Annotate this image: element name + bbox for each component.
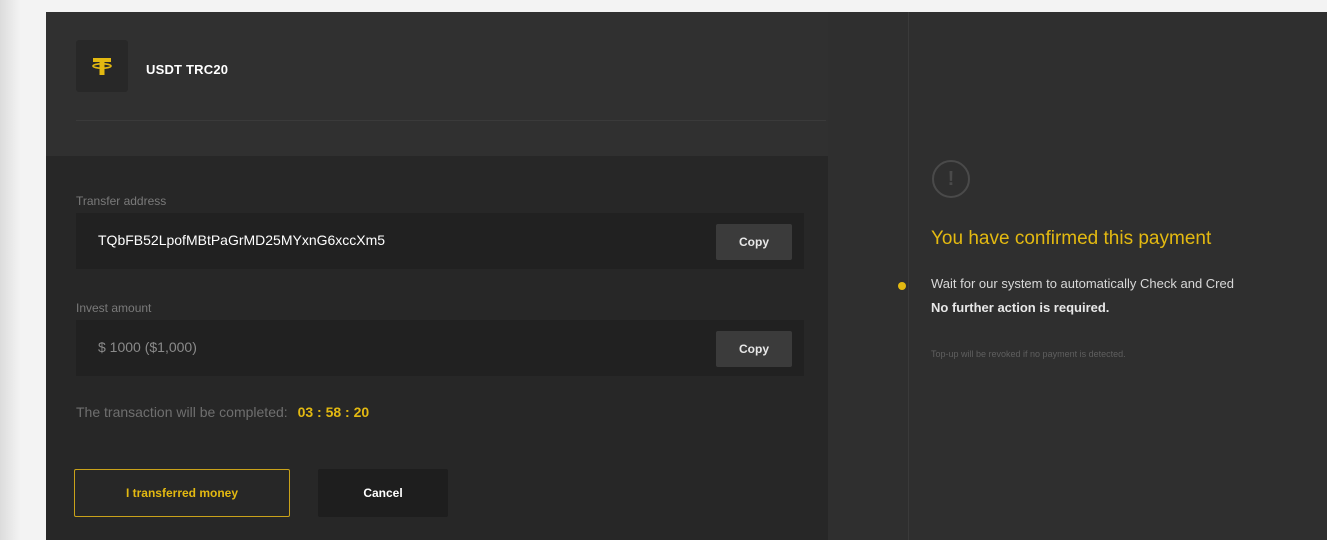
copy-address-button[interactable]: Copy (716, 224, 792, 260)
coin-logo (76, 40, 128, 92)
bullet-dot-icon (898, 282, 906, 290)
transfer-address-label: Transfer address (76, 194, 167, 208)
status-panel: ! You have confirmed this payment Wait f… (828, 12, 1327, 540)
payment-panel: USDT TRC20 Transfer address TQbFB52LpofM… (46, 12, 828, 540)
timeline-line (908, 12, 909, 540)
payment-dialog: USDT TRC20 Transfer address TQbFB52LpofM… (46, 12, 1327, 540)
wait-message: Wait for our system to automatically Che… (931, 276, 1234, 291)
coin-name: USDT TRC20 (146, 62, 229, 77)
coin-header: USDT TRC20 (46, 12, 828, 156)
countdown-timer: 03 : 58 : 20 (297, 404, 370, 420)
transfer-address-value[interactable]: TQbFB52LpofMBtPaGrMD25MYxnG6xccXm5 (98, 232, 385, 248)
transfer-address-field: TQbFB52LpofMBtPaGrMD25MYxnG6xccXm5 Copy (76, 213, 804, 269)
exclamation-circle-icon: ! (932, 160, 970, 198)
no-action-message: No further action is required. (931, 300, 1110, 315)
timer-row: The transaction will be completed: 03 : … (76, 404, 369, 420)
timer-label: The transaction will be completed: (76, 404, 288, 420)
invest-amount-value[interactable]: $ 1000 ($1,000) (98, 339, 197, 355)
topup-note: Top-up will be revoked if no payment is … (931, 349, 1126, 359)
invest-amount-field: $ 1000 ($1,000) Copy (76, 320, 804, 376)
invest-amount-label: Invest amount (76, 301, 152, 315)
cancel-button[interactable]: Cancel (318, 469, 448, 517)
divider (76, 120, 826, 121)
confirmation-title: You have confirmed this payment (931, 228, 1212, 249)
tether-icon (92, 58, 112, 75)
copy-amount-button[interactable]: Copy (716, 331, 792, 367)
transferred-money-button[interactable]: I transferred money (74, 469, 290, 517)
